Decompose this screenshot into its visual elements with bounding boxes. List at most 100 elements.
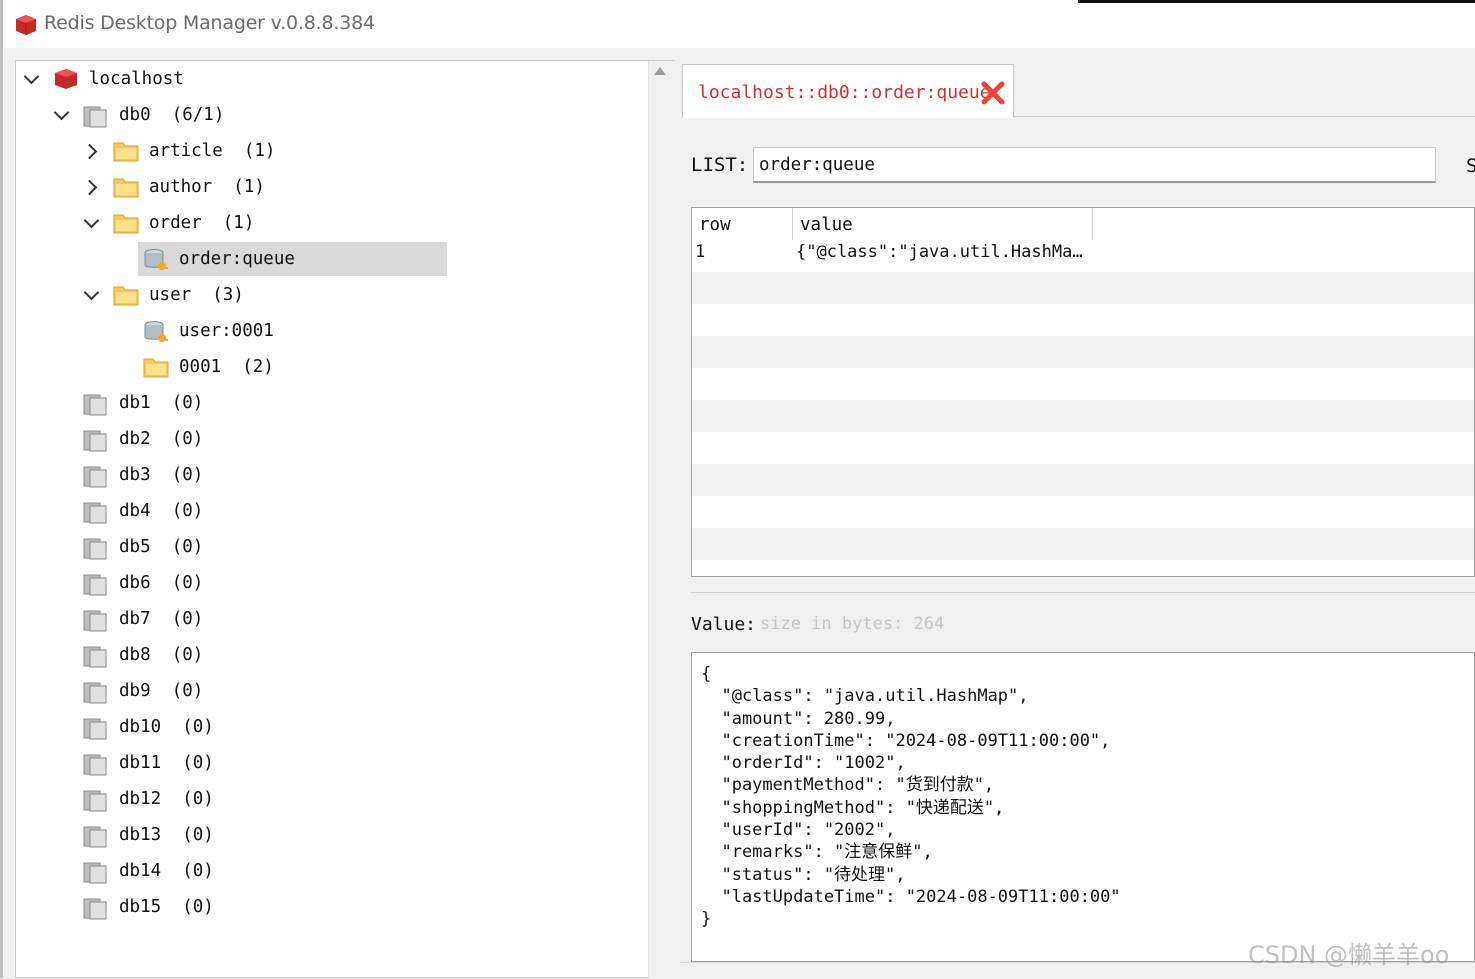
database-icon [83,106,107,128]
table-cell-row[interactable]: 1 [695,242,705,262]
tree-item-db14[interactable]: db14 (0) [119,854,214,888]
tree-item-db9[interactable]: db9 (0) [119,674,203,708]
tree-item-author[interactable]: author (1) [149,170,265,204]
db-label: db7 [119,609,151,629]
folder-label: 0001 [179,357,222,377]
list-values-table[interactable]: row value 1 {"@class":"java.util.HashMa… [691,207,1475,577]
db-label: db15 [119,897,162,917]
window-title: Redis Desktop Manager v.0.8.8.384 [44,12,375,34]
tree-item-db12[interactable]: db12 (0) [119,782,214,816]
folder-label: author [149,177,213,197]
db-label: db10 [119,717,162,737]
key-name-input[interactable]: order:queue [753,147,1436,183]
db-label: db6 [119,573,151,593]
close-icon[interactable] [979,79,1007,107]
folder-label: article [149,141,223,161]
tree-item-db0[interactable]: db0 (6/1) [119,98,224,132]
db-label: db4 [119,501,151,521]
tree-item-user[interactable]: user (3) [149,278,244,312]
database-icon [83,826,107,848]
value-label: Value: [691,614,757,635]
tree-item-db11[interactable]: db11 (0) [119,746,214,780]
connection-label: localhost [89,69,184,89]
folder-label: user [149,285,192,305]
key-icon [144,321,168,342]
folder-count: (1) [243,141,276,161]
db-label: db2 [119,429,151,449]
key-label: user:0001 [179,321,274,341]
db-count: (0) [182,753,214,773]
tree-item-db13[interactable]: db13 (0) [119,818,214,852]
database-icon [83,754,107,776]
db-label: db14 [119,861,162,881]
folder-icon [113,178,139,198]
key-type-label: LIST: [691,154,749,176]
tree-item-db1[interactable]: db1 (0) [119,386,203,420]
tree-scrollbar[interactable] [648,61,675,978]
tree-item-order[interactable]: order (1) [149,206,254,240]
table-cell-value[interactable]: {"@class":"java.util.HashMa… [796,242,1083,262]
folder-count: (1) [233,177,265,197]
db-label: db5 [119,537,151,557]
tree-item-db6[interactable]: db6 (0) [119,566,203,600]
tree-item-user-0001[interactable]: user:0001 [179,314,274,348]
window-edge [1078,0,1475,3]
db-count: (0) [171,537,204,557]
database-icon [83,610,107,632]
value-json-text[interactable]: { "@class": "java.util.HashMap", "amount… [701,663,1121,931]
db-count: (0) [171,681,204,701]
db-label: db1 [119,393,151,413]
tab-label: localhost::db0::order:queue [698,82,991,103]
tab-bar-line [1014,116,1475,117]
redis-logo-icon [16,15,36,35]
db-label: db12 [119,789,162,809]
folder-icon [143,358,169,378]
value-editor[interactable]: { "@class": "java.util.HashMap", "amount… [691,652,1475,962]
database-icon [83,790,107,812]
tree-item-article[interactable]: article (1) [149,134,275,168]
tree-item-db15[interactable]: db15 (0) [119,890,214,924]
db-count: (0) [182,717,214,737]
panel-divider [691,592,1475,593]
database-icon [83,682,107,704]
db-count: (0) [171,645,204,665]
tree-item-db4[interactable]: db4 (0) [119,494,203,528]
db-label: db13 [119,825,162,845]
db-count: (0) [171,609,204,629]
tree-item-0001-folder[interactable]: 0001 (2) [179,350,274,384]
tree-item-order-queue[interactable]: order:queue [179,242,295,276]
database-icon [83,574,107,596]
tree-item-db8[interactable]: db8 (0) [119,638,203,672]
db-count: (0) [171,465,204,485]
folder-count: (2) [242,357,274,377]
tree-item-db3[interactable]: db3 (0) [119,458,203,492]
column-header-row[interactable]: row [692,208,793,240]
db0-count: (6/1) [171,105,225,125]
database-icon [83,898,107,920]
db-label: db11 [119,753,162,773]
redis-server-icon [55,69,77,89]
db-count: (0) [171,573,204,593]
watermark: CSDN @懒羊羊oo [1248,941,1450,969]
folder-count: (3) [212,285,244,305]
database-icon [83,718,107,740]
database-icon [83,466,107,488]
tree-item-db7[interactable]: db7 (0) [119,602,203,636]
key-icon [144,249,168,270]
folder-icon [113,142,139,162]
tree-item-db2[interactable]: db2 (0) [119,422,203,456]
db-count: (0) [171,501,204,521]
cut-off-label: S [1466,155,1475,177]
scroll-up-arrow-icon[interactable] [654,67,666,75]
tree-item-db5[interactable]: db5 (0) [119,530,203,564]
tree-item-localhost[interactable]: localhost [89,62,184,96]
database-icon [83,502,107,524]
database-icon [83,538,107,560]
db-count: (0) [182,789,214,809]
db-count: (0) [171,393,204,413]
tree-item-db10[interactable]: db10 (0) [119,710,214,744]
database-icon [83,862,107,884]
database-icon [83,646,107,668]
database-icon [83,430,107,452]
column-header-value[interactable]: value [793,208,1093,240]
